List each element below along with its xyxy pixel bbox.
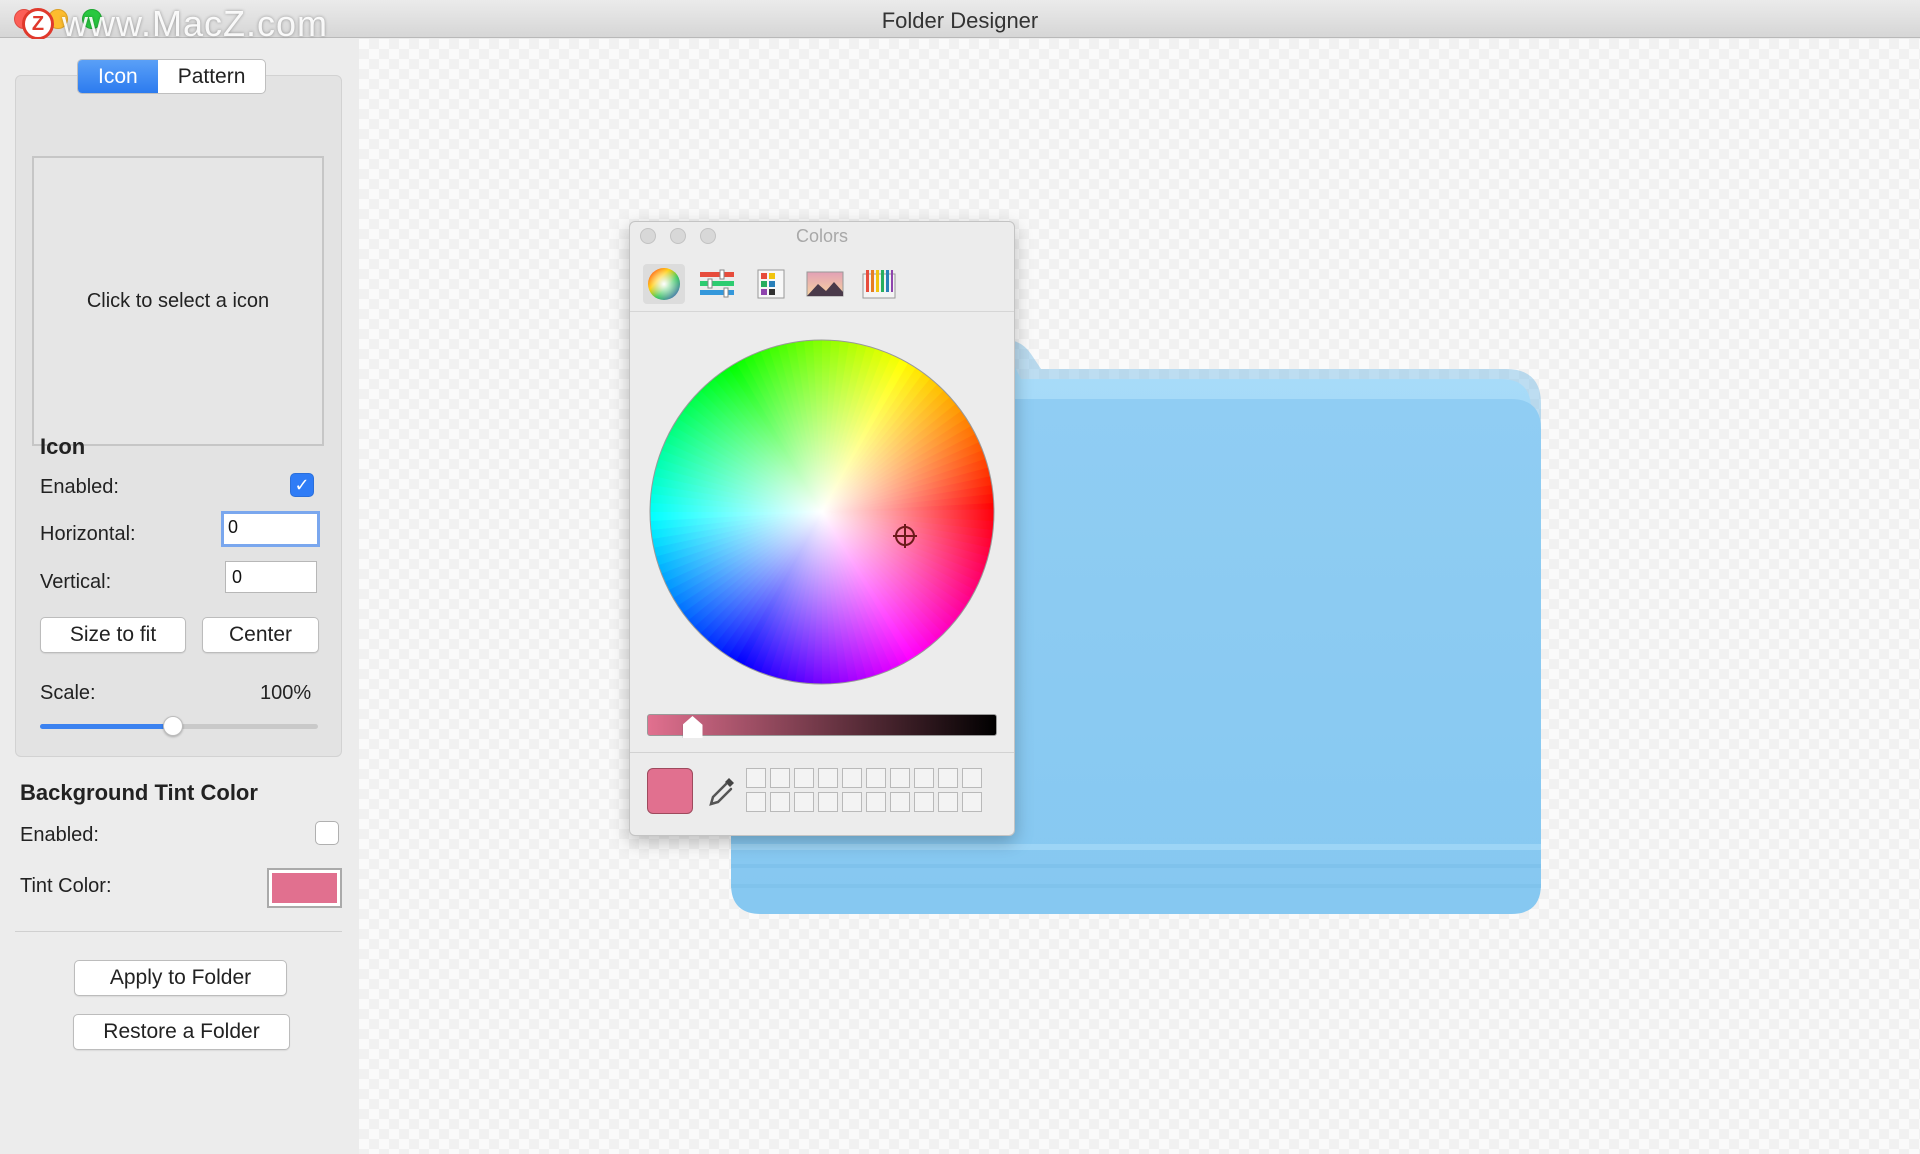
custom-swatch-slot[interactable] [866,768,886,788]
colors-divider [630,752,1014,753]
custom-swatch-slot[interactable] [914,768,934,788]
icon-enabled-checkbox[interactable]: ✓ [290,473,314,497]
custom-swatch-slot[interactable] [938,768,958,788]
divider [15,931,342,932]
tab-pattern[interactable]: Pattern [158,60,266,93]
icon-dropzone[interactable]: Click to select a icon [32,156,324,446]
tab-icon[interactable]: Icon [78,60,158,93]
scale-label: Scale: [40,682,96,704]
custom-swatch-slot[interactable] [938,792,958,812]
tint-enabled-label: Enabled: [20,824,99,846]
custom-swatches [746,768,982,812]
mode-tabs: Icon Pattern [77,59,267,94]
tint-color-label: Tint Color: [20,875,112,897]
color-wheel-icon[interactable] [643,264,685,304]
horizontal-label: Horizontal: [40,523,136,545]
custom-swatch-slot[interactable] [818,792,838,812]
custom-swatch-slot[interactable] [842,792,862,812]
size-to-fit-button[interactable]: Size to fit [40,617,186,653]
preview-canvas [359,39,1920,1154]
custom-swatch-slot[interactable] [866,792,886,812]
pencils-icon[interactable] [858,264,900,304]
color-wheel[interactable] [649,339,995,685]
custom-swatch-slot[interactable] [818,768,838,788]
colors-title: Colors [795,226,848,246]
tint-enabled-checkbox[interactable] [315,821,339,845]
tint-color-well[interactable] [267,868,342,908]
watermark-logo: Z [22,8,54,40]
scale-slider-fill [40,724,174,729]
horizontal-field[interactable]: 0 [221,511,320,547]
tint-section-heading: Background Tint Color [20,780,258,805]
sliders-icon[interactable] [696,264,738,304]
custom-swatch-slot[interactable] [746,792,766,812]
custom-swatch-slot[interactable] [890,768,910,788]
icon-dropzone-label: Click to select a icon [86,289,270,312]
custom-swatch-slot[interactable] [746,768,766,788]
vertical-label: Vertical: [40,571,112,593]
colors-panel: Colors [629,221,1015,836]
tint-color-fill [272,873,337,903]
custom-swatch-slot[interactable] [794,768,814,788]
image-palette-icon[interactable] [804,264,846,304]
current-color-swatch[interactable] [647,768,693,814]
restore-folder-button[interactable]: Restore a Folder [73,1014,290,1050]
sidebar: Icon Pattern Click to select a icon Icon… [0,39,358,1154]
custom-swatch-slot[interactable] [770,792,790,812]
custom-swatch-slot[interactable] [962,792,982,812]
eyedropper-icon[interactable] [707,775,737,809]
icon-enabled-label: Enabled: [40,476,119,498]
icon-section-heading: Icon [40,434,86,459]
custom-swatch-slot[interactable] [890,792,910,812]
scale-slider[interactable] [40,716,318,736]
center-button[interactable]: Center [202,617,319,653]
scale-value: 100% [260,682,312,704]
custom-swatch-slot[interactable] [962,768,982,788]
palettes-icon[interactable] [750,264,792,304]
custom-swatch-slot[interactable] [842,768,862,788]
vertical-field[interactable]: 0 [225,561,317,593]
colors-toolbar [630,256,1014,312]
custom-swatch-slot[interactable] [914,792,934,812]
watermark: Z www.MacZ.com [22,3,328,44]
custom-swatch-slot[interactable] [794,792,814,812]
custom-swatch-slot[interactable] [770,768,790,788]
apply-to-folder-button[interactable]: Apply to Folder [74,960,287,996]
